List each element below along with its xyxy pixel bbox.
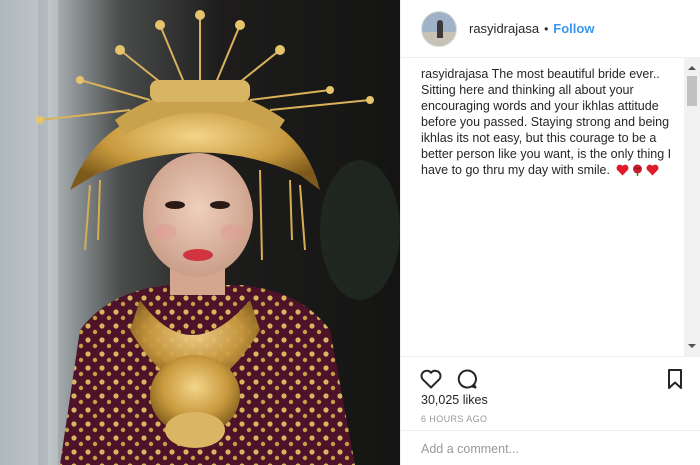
caption-scrollbar[interactable]	[684, 58, 700, 356]
post-photo[interactable]	[0, 0, 400, 465]
like-count[interactable]: 30,025 likes	[421, 393, 488, 407]
separator-dot: •	[544, 21, 549, 36]
scroll-down-arrow-icon[interactable]	[684, 338, 700, 354]
follow-button[interactable]: Follow	[553, 21, 594, 36]
rose-icon	[633, 164, 643, 176]
avatar-image	[422, 11, 456, 46]
caption-text: The most beautiful bride ever.. Sitting …	[421, 67, 672, 177]
post-actions: 30,025 likes 6 HOURS AGO	[401, 356, 700, 456]
comment-input[interactable]	[421, 441, 681, 456]
post-timestamp[interactable]: 6 HOURS AGO	[421, 414, 487, 424]
scroll-up-arrow-icon[interactable]	[684, 60, 700, 76]
instagram-post: rasyidrajasa • Follow rasyidrajasa The m…	[0, 0, 700, 465]
heart-outline-icon[interactable]	[419, 367, 443, 391]
comment-form	[401, 430, 700, 465]
avatar[interactable]	[421, 10, 457, 47]
post-header: rasyidrajasa • Follow	[401, 0, 700, 58]
caption-area: rasyidrajasa The most beautiful bride ev…	[421, 66, 675, 356]
bride-photo-illustration	[0, 0, 400, 465]
post-side-panel: rasyidrajasa • Follow rasyidrajasa The m…	[400, 0, 700, 465]
caption-username[interactable]: rasyidrajasa	[421, 67, 488, 81]
heart-icon	[616, 164, 629, 176]
heart-icon	[646, 164, 659, 176]
caption-emoji	[616, 164, 659, 176]
scrollbar-thumb[interactable]	[687, 76, 697, 106]
speech-bubble-icon[interactable]	[455, 367, 479, 391]
bookmark-icon[interactable]	[663, 367, 687, 391]
action-icon-row	[419, 367, 687, 391]
header-username[interactable]: rasyidrajasa	[469, 21, 539, 36]
